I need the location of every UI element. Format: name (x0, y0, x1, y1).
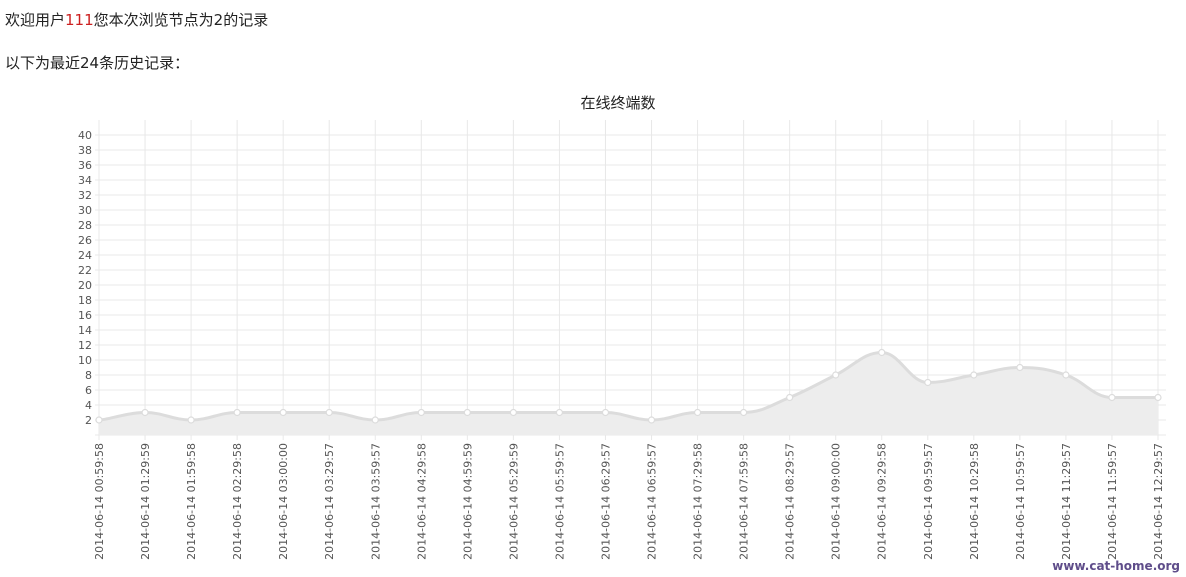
y-tick-label: 22 (78, 264, 92, 277)
x-tick-label: 2014-06-14 07:59:58 (738, 443, 751, 560)
y-tick-label: 26 (78, 234, 92, 247)
y-tick-label: 14 (78, 324, 92, 337)
data-point[interactable] (740, 408, 748, 417)
watermark: www.cat-home.org (1052, 559, 1180, 573)
y-tick-label: 40 (78, 129, 92, 142)
x-tick-label: 2014-06-14 05:59:57 (553, 443, 566, 560)
x-tick-label: 2014-06-14 06:59:57 (646, 443, 659, 560)
chart-title: 在线终端数 (580, 94, 655, 112)
x-tick-label: 2014-06-14 09:29:58 (876, 443, 889, 560)
x-tick-label: 2014-06-14 02:29:58 (231, 443, 244, 560)
data-point[interactable] (832, 371, 840, 379)
y-tick-label: 12 (78, 339, 92, 352)
x-tick-label: 2014-06-14 06:29:57 (599, 443, 612, 560)
data-point[interactable] (325, 408, 333, 417)
y-tick-label: 16 (78, 309, 92, 322)
x-tick-label: 2014-06-14 09:00:00 (830, 443, 843, 560)
x-tick-label: 2014-06-14 04:29:58 (415, 443, 428, 560)
y-tick-label: 20 (78, 279, 92, 292)
data-point[interactable] (878, 348, 886, 357)
x-tick-label: 2014-06-14 00:59:58 (93, 443, 106, 560)
y-axis: 246810121416182022242628303234363840 (78, 129, 92, 427)
y-tick-label: 36 (78, 159, 92, 172)
x-tick-label: 2014-06-14 01:59:58 (185, 443, 198, 560)
data-point[interactable] (1154, 393, 1162, 402)
data-point[interactable] (95, 416, 103, 424)
y-tick-label: 8 (85, 369, 92, 382)
x-tick-label: 2014-06-14 09:59:57 (922, 443, 935, 560)
x-tick-label: 2014-06-14 10:59:57 (1014, 443, 1027, 560)
data-point[interactable] (1016, 363, 1024, 372)
data-point[interactable] (279, 408, 287, 417)
x-axis: 2014-06-14 00:59:58 2014-06-14 01:29:59 20… (93, 443, 1165, 560)
y-tick-label: 38 (78, 144, 92, 157)
y-tick-label: 18 (78, 294, 92, 307)
data-point[interactable] (417, 408, 425, 417)
x-tick-label: 2014-06-14 11:59:57 (1106, 443, 1119, 560)
x-tick-label: 2014-06-14 07:29:58 (692, 443, 705, 560)
data-point[interactable] (233, 408, 241, 417)
x-tick-label: 2014-06-14 03:00:00 (277, 443, 290, 560)
data-point[interactable] (141, 408, 149, 417)
y-tick-label: 28 (78, 219, 92, 232)
data-point[interactable] (601, 408, 610, 417)
area-layer (98, 350, 1158, 435)
data-point[interactable] (187, 416, 195, 424)
y-tick-label: 10 (78, 354, 92, 367)
data-point[interactable] (555, 408, 564, 417)
y-tick-label: 2 (85, 414, 92, 427)
x-tick-label: 2014-06-14 01:29:59 (139, 443, 152, 560)
area-fill (99, 352, 1158, 435)
x-tick-label: 2014-06-14 08:29:57 (784, 443, 797, 560)
data-point[interactable] (924, 378, 932, 387)
data-point[interactable] (1108, 393, 1116, 402)
x-tick-label: 2014-06-14 03:29:57 (323, 443, 336, 560)
data-point[interactable] (1062, 371, 1070, 379)
data-point[interactable] (970, 371, 978, 379)
x-tick-label: 2014-06-14 03:59:57 (369, 443, 382, 560)
x-tick-label: 2014-06-14 11:29:57 (1060, 443, 1073, 560)
data-point[interactable] (647, 416, 656, 424)
y-tick-label: 6 (85, 384, 92, 397)
data-point[interactable] (509, 408, 517, 417)
y-tick-label: 32 (78, 189, 92, 202)
x-tick-label: 2014-06-14 05:29:59 (507, 443, 520, 560)
data-point[interactable] (463, 408, 471, 417)
data-point[interactable] (371, 416, 379, 424)
y-tick-label: 30 (78, 204, 92, 217)
x-tick-label: 2014-06-14 10:29:58 (968, 443, 981, 560)
data-point[interactable] (786, 393, 794, 402)
line-chart: 在线终端数 2468101214161820222426283032343638… (78, 94, 1166, 560)
x-tick-label: 2014-06-14 04:59:59 (461, 443, 474, 560)
data-point[interactable] (693, 408, 702, 417)
y-tick-label: 34 (78, 174, 92, 187)
y-tick-label: 4 (85, 399, 92, 412)
x-tick-label: 2014-06-14 12:29:57 (1152, 443, 1165, 560)
y-tick-label: 24 (78, 249, 92, 262)
